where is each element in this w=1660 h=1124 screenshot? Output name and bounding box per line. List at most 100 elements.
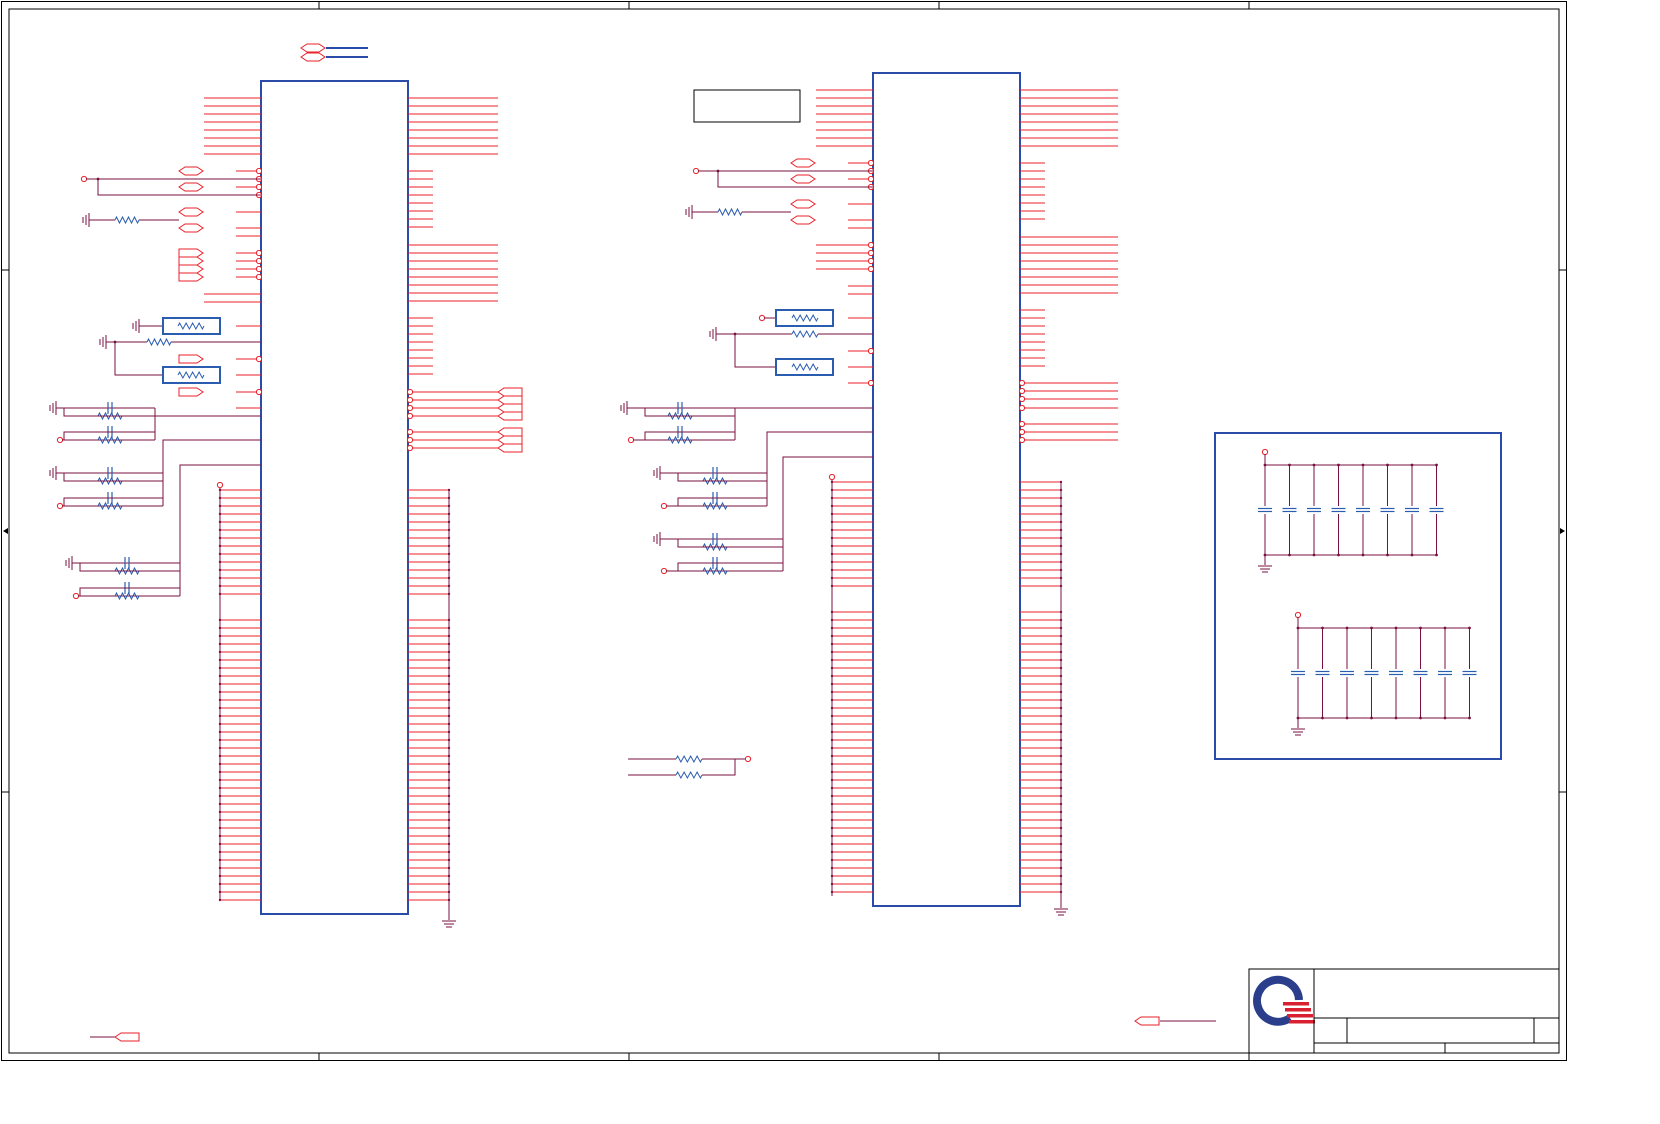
pin-endpoint <box>1018 395 1026 403</box>
ground-symbol-icon <box>99 335 107 349</box>
junction-dot <box>447 770 451 774</box>
junction-dot <box>447 592 451 596</box>
junction-dot <box>447 810 451 814</box>
net-port-icon <box>497 443 523 453</box>
junction-dot <box>218 698 222 702</box>
wire <box>63 473 163 482</box>
net-port-icon <box>178 182 204 192</box>
net-port-icon <box>178 207 204 217</box>
junction-dot <box>447 898 451 902</box>
junction-dot <box>1312 463 1316 467</box>
junction-dot <box>447 882 451 886</box>
pin-endpoint <box>1018 387 1026 395</box>
net-port-icon <box>790 158 816 168</box>
pin-endpoint <box>255 355 263 363</box>
junction-dot <box>1370 626 1373 630</box>
resistor-symbol-icon <box>675 754 703 764</box>
junction-dot <box>1059 576 1063 580</box>
pin-endpoint <box>255 265 263 273</box>
pin-endpoint <box>867 159 875 167</box>
junction-dot <box>830 722 834 726</box>
junction-dot <box>830 568 834 572</box>
junction-dot <box>1321 626 1324 630</box>
junction-dot <box>830 794 834 798</box>
net-port-icon <box>497 403 523 413</box>
junction-dot <box>447 666 451 670</box>
pin-endpoint <box>255 273 263 281</box>
pin-endpoint <box>758 314 766 322</box>
ground-symbol-icon <box>82 213 90 227</box>
junction-dot <box>1059 674 1063 678</box>
wire <box>734 334 776 368</box>
junction-dot <box>218 842 222 846</box>
pin-endpoint <box>255 183 263 191</box>
ground-symbol-icon <box>620 401 628 415</box>
junction-dot <box>447 504 451 508</box>
wire <box>114 342 163 376</box>
junction-dot <box>830 802 834 806</box>
junction-dot <box>1361 463 1365 467</box>
junction-dot <box>447 674 451 678</box>
pin-endpoint <box>867 249 875 257</box>
outer-border <box>1 1 1567 1061</box>
junction-dot <box>1435 463 1438 467</box>
company-logo-icon <box>1253 975 1315 1026</box>
junction-dot <box>447 874 451 878</box>
ground-symbol-icon <box>132 319 140 333</box>
junction-dot <box>218 512 222 516</box>
junction-dot <box>830 512 834 516</box>
junction-dot <box>1296 716 1300 720</box>
ground-symbol-icon <box>1291 728 1305 736</box>
junction-dot <box>447 634 451 638</box>
junction-dot <box>1059 834 1063 838</box>
junction-dot <box>1059 762 1063 766</box>
net-port-icon <box>178 272 204 282</box>
pin-endpoint <box>660 567 668 575</box>
ground-symbol-icon <box>65 556 73 570</box>
wire <box>162 439 261 473</box>
junction-dot <box>1059 544 1063 548</box>
junction-dot <box>830 770 834 774</box>
pin-endpoint <box>80 175 88 183</box>
junction-dot <box>218 568 222 572</box>
junction-dot <box>830 882 834 886</box>
junction-dot <box>830 874 834 878</box>
ic-u-right <box>693 72 1118 916</box>
inner-border <box>8 8 1560 1054</box>
junction-dot <box>1059 536 1063 540</box>
junction-dot <box>830 754 834 758</box>
pin-endpoint <box>255 388 263 396</box>
junction-dot <box>1059 754 1063 758</box>
pin-endpoint <box>56 502 64 510</box>
junction-dot <box>447 536 451 540</box>
junction-dot <box>830 698 834 702</box>
wire <box>644 408 735 417</box>
junction-dot <box>830 850 834 854</box>
junction-dot <box>1059 882 1063 886</box>
wire <box>702 759 736 776</box>
resistor-symbol-icon <box>791 313 819 323</box>
junction-dot <box>1386 553 1389 557</box>
drawing-frame <box>1 1 1567 1061</box>
pin-endpoint <box>867 379 875 387</box>
pin-endpoint <box>627 436 635 444</box>
junction-dot <box>218 762 222 766</box>
resistor-zigzag <box>146 337 172 347</box>
junction-dot <box>447 738 451 742</box>
net-port-icon <box>178 256 204 266</box>
junction-dot <box>447 746 451 750</box>
pin-endpoint <box>72 592 80 600</box>
junction-dot <box>1410 463 1414 467</box>
junction-dot <box>447 786 451 790</box>
junction-dot <box>218 786 222 790</box>
capacitor-gap <box>1258 506 1272 514</box>
junction-dot <box>218 810 222 814</box>
junction-dot <box>1059 480 1063 484</box>
pin-endpoint <box>692 167 700 175</box>
junction-dot <box>218 874 222 878</box>
junction-dot <box>447 488 451 492</box>
junction-dot <box>447 890 451 894</box>
junction-dot <box>218 738 222 742</box>
junction-dot <box>1443 716 1447 720</box>
junction-dot <box>447 818 451 822</box>
